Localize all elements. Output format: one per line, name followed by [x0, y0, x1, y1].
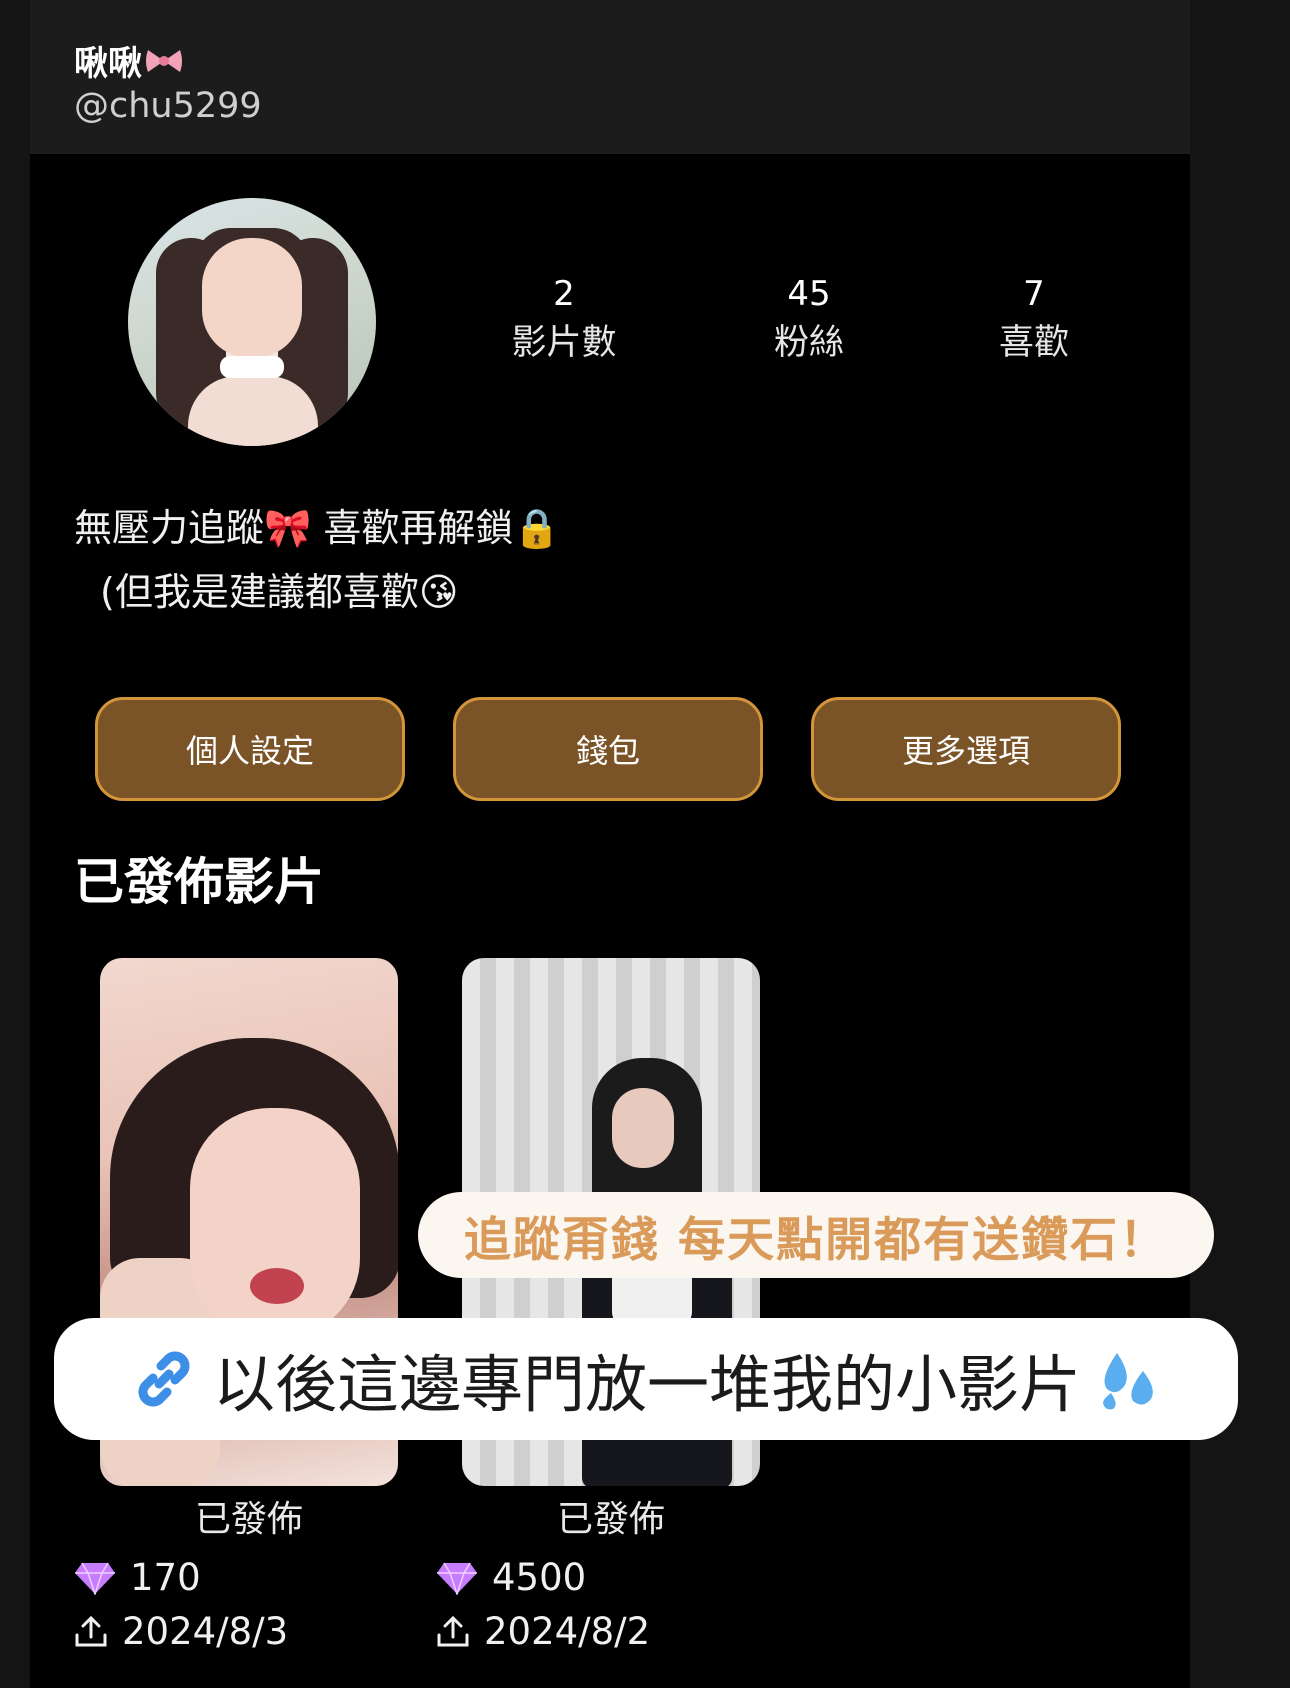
promo-banner-main-text: 以後這邊專門放一堆我的小影片 [212, 1348, 1081, 1421]
video-1-status: 已發佈 [194, 1499, 303, 1540]
stat-likes[interactable]: 7 喜歡 [954, 270, 1114, 368]
bio-line-1: 無壓力追蹤🎀 喜歡再解鎖🔒 [74, 506, 561, 550]
link-icon [138, 1351, 190, 1407]
stat-followers-value: 45 [787, 274, 831, 314]
settings-button[interactable]: 個人設定 [95, 697, 405, 801]
video-1-date-text: 2024/8/3 [122, 1610, 289, 1653]
video-2-diamond-count: 4500 [492, 1556, 587, 1599]
upload-icon [437, 1615, 469, 1646]
upload-icon [75, 1615, 107, 1646]
stat-likes-value: 7 [1023, 274, 1045, 314]
bio-line-2: (但我是建議都喜歡😘 [100, 570, 459, 614]
sweat-drops-icon [1103, 1353, 1153, 1410]
more-options-button[interactable]: 更多選項 [811, 697, 1121, 801]
video-2-status: 已發佈 [556, 1499, 665, 1540]
avatar[interactable] [128, 198, 376, 446]
video-1-diamond-count: 170 [130, 1556, 201, 1599]
stat-followers-label: 粉絲 [773, 323, 844, 363]
diamond-icon [437, 1562, 477, 1595]
video-2-date-text: 2024/8/2 [484, 1610, 651, 1653]
profile-header [30, 0, 1190, 154]
video-1-diamonds: 170 [74, 1556, 201, 1599]
promo-banner-main: 以後這邊專門放一堆我的小影片 [54, 1318, 1238, 1440]
wallet-button[interactable]: 錢包 [453, 697, 763, 801]
stat-likes-label: 喜歡 [998, 323, 1069, 363]
stat-videos-value: 2 [553, 274, 575, 314]
stat-followers[interactable]: 45 粉絲 [729, 270, 889, 368]
video-2-diamonds: 4500 [436, 1556, 586, 1599]
video-2-date: 2024/8/2 [436, 1610, 650, 1653]
display-name-text: 啾啾 [74, 44, 142, 84]
stat-videos-label: 影片數 [511, 323, 617, 363]
bio: 無壓力追蹤🎀 喜歡再解鎖🔒 (但我是建議都喜歡😘 [74, 496, 561, 624]
promo-banner-top: 追蹤甭錢 每天點開都有送鑽石！ [418, 1192, 1214, 1278]
section-title: 已發佈影片 [74, 853, 324, 911]
bow-icon [146, 49, 182, 72]
diamond-icon [75, 1562, 115, 1595]
video-1-date: 2024/8/3 [74, 1610, 288, 1653]
stat-videos[interactable]: 2 影片數 [484, 270, 644, 368]
user-handle: @chu5299 [74, 86, 262, 126]
display-name: 啾啾 [74, 36, 184, 85]
